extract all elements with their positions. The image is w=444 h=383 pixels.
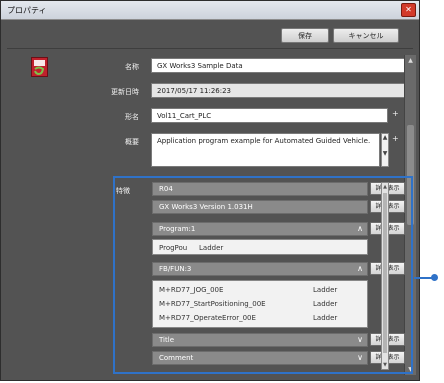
summary-label: 概要: [125, 138, 139, 146]
close-icon[interactable]: ✕: [401, 3, 416, 17]
save-button[interactable]: 保存: [281, 28, 329, 43]
scroll-up-icon[interactable]: ▲: [382, 184, 388, 190]
section-comment[interactable]: Comment ∨: [152, 351, 368, 365]
section-title[interactable]: Title ∨: [152, 333, 368, 347]
scroll-up-icon[interactable]: ▲: [405, 57, 416, 64]
fb-row-name: M+RD77_StartPositioning_00E: [159, 300, 266, 308]
section-version[interactable]: GX Works3 Version 1.031H: [152, 200, 368, 214]
section-title: Program:1: [159, 225, 196, 233]
section-title: Comment: [159, 354, 194, 362]
fbfun-list: M+RD77_JOG_00E Ladder M+RD77_StartPositi…: [152, 280, 368, 328]
title-bar[interactable]: プロパティ ✕: [1, 1, 419, 20]
section-title: FB/FUN:3: [159, 265, 192, 273]
updated-field: 2017/05/17 11:26:23: [151, 83, 412, 98]
chevron-down-icon[interactable]: ∨: [357, 334, 363, 346]
fb-row-name: M+RD77_OperateError_00E: [159, 314, 256, 322]
model-label: 形名: [125, 113, 139, 121]
model-field[interactable]: Vol11_Cart_PLC: [151, 108, 388, 123]
section-title-text: Title: [159, 336, 175, 344]
add-icon[interactable]: +: [392, 134, 399, 143]
callout-leader-line: [414, 277, 432, 279]
chevron-up-icon[interactable]: ∧: [357, 223, 363, 235]
fb-row-type: Ladder: [313, 300, 338, 308]
toolbar-separator: [7, 48, 413, 49]
updated-label: 更新日時: [111, 88, 139, 96]
summary-field[interactable]: Application program example for Automate…: [151, 133, 380, 167]
chevron-down-icon[interactable]: ∨: [357, 352, 363, 364]
gx-works3-logo-icon: [31, 57, 48, 77]
section-program[interactable]: Program:1 ∧: [152, 222, 368, 236]
program-row-type: Ladder: [199, 244, 224, 252]
section-title: GX Works3 Version 1.031H: [159, 203, 253, 211]
summary-scrollbar[interactable]: ▲ ▼: [381, 133, 389, 167]
callout-dot: [431, 274, 438, 281]
fb-row-type: Ladder: [313, 314, 338, 322]
cancel-button[interactable]: キャンセル: [333, 28, 399, 43]
chevron-up-icon[interactable]: ∧: [357, 263, 363, 275]
window-title: プロパティ: [7, 6, 47, 15]
scroll-down-icon[interactable]: ▼: [382, 362, 388, 368]
scroll-thumb[interactable]: [383, 193, 387, 353]
features-label: 特徴: [116, 187, 130, 195]
name-field[interactable]: GX Works3 Sample Data: [151, 58, 412, 73]
section-title: R04: [159, 185, 173, 193]
section-cpu[interactable]: R04: [152, 182, 368, 196]
add-icon[interactable]: +: [392, 109, 399, 118]
section-fbfun[interactable]: FB/FUN:3 ∧: [152, 262, 368, 276]
program-list: ProgPou Ladder: [152, 239, 368, 255]
features-scrollbar[interactable]: ▲ ▼: [381, 182, 389, 370]
fb-row-name: M+RD77_JOG_00E: [159, 286, 224, 294]
program-row-name: ProgPou: [159, 244, 188, 252]
name-label: 名称: [125, 63, 139, 71]
fb-row-type: Ladder: [313, 286, 338, 294]
